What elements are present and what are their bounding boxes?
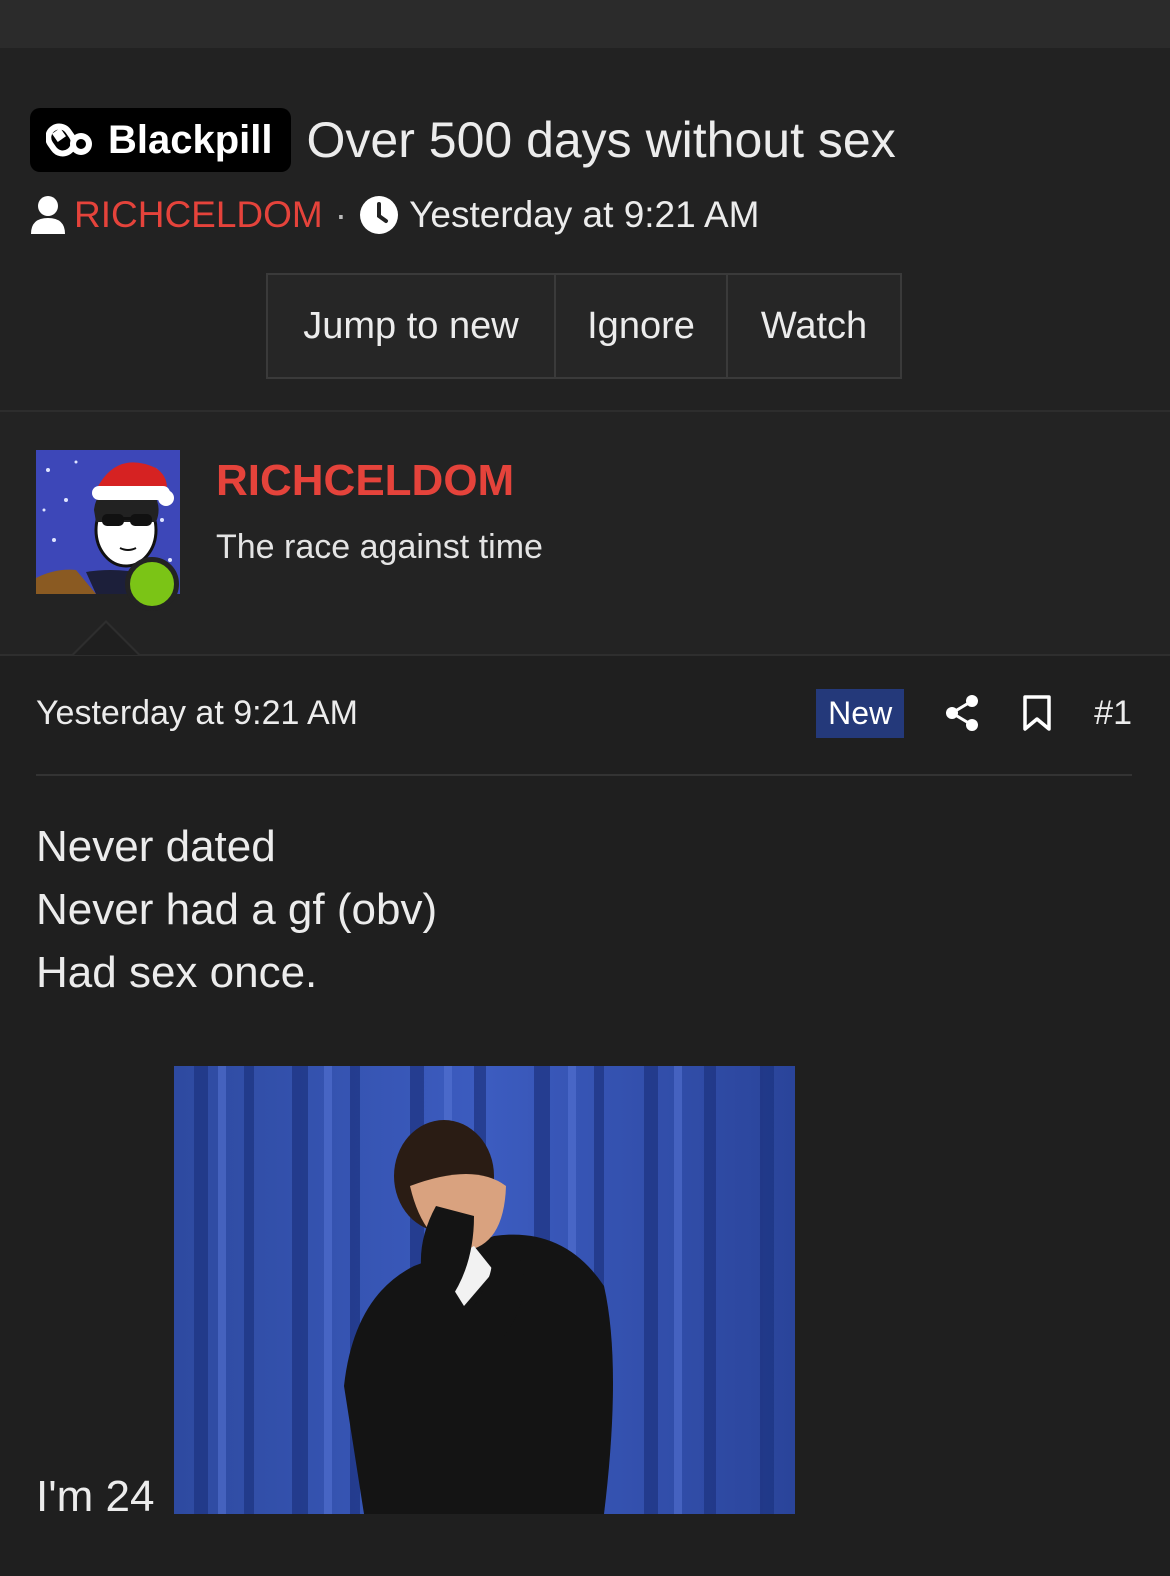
post-meta-row: Yesterday at 9:21 AM New #1 bbox=[36, 688, 1132, 738]
post-line: Never had a gf (obv) bbox=[36, 885, 438, 934]
post-username-link[interactable]: RICHCELDOM bbox=[216, 456, 514, 506]
ignore-button[interactable]: Ignore bbox=[554, 275, 726, 377]
thread-date[interactable]: Yesterday at 9:21 AM bbox=[409, 194, 759, 236]
post-body: Never dated Never had a gf (obv) Had sex… bbox=[36, 815, 437, 1004]
online-status-indicator bbox=[125, 557, 179, 611]
post-line: Had sex once. bbox=[36, 948, 318, 997]
clock-icon bbox=[360, 196, 399, 234]
post-line: Never dated bbox=[36, 822, 276, 871]
user-icon bbox=[31, 196, 65, 234]
facepalm-gif-image[interactable] bbox=[174, 1066, 795, 1514]
top-bar bbox=[0, 0, 1170, 48]
post-last-line: I'm 24 bbox=[36, 1472, 155, 1521]
meta-separator: · bbox=[334, 194, 348, 235]
post-divider bbox=[36, 774, 1132, 776]
watch-button[interactable]: Watch bbox=[726, 275, 900, 377]
thread-author-link[interactable]: RICHCELDOM bbox=[74, 194, 323, 236]
post-date-link[interactable]: Yesterday at 9:21 AM bbox=[36, 694, 358, 733]
user-block-arrow-inner bbox=[74, 623, 138, 655]
post-user-block: RICHCELDOM The race against time bbox=[0, 412, 1170, 656]
user-title: The race against time bbox=[216, 528, 543, 566]
thread-action-buttons: Jump to new Ignore Watch bbox=[266, 273, 902, 379]
post-number-link[interactable]: #1 bbox=[1094, 694, 1132, 733]
prefix-label: Blackpill bbox=[108, 117, 273, 162]
pill-icon bbox=[46, 123, 92, 157]
prefix-badge[interactable]: Blackpill bbox=[30, 108, 291, 172]
title-row: Blackpill Over 500 days without sex bbox=[30, 108, 896, 172]
share-icon[interactable] bbox=[944, 694, 980, 732]
post-actions: New #1 bbox=[816, 688, 1132, 738]
new-badge: New bbox=[816, 688, 905, 738]
bookmark-icon[interactable] bbox=[1022, 694, 1052, 732]
jump-to-new-button[interactable]: Jump to new bbox=[268, 275, 554, 377]
thread-meta: RICHCELDOM · Yesterday at 9:21 AM bbox=[30, 194, 759, 236]
thread-title: Over 500 days without sex bbox=[306, 112, 896, 168]
thread-header: Blackpill Over 500 days without sex RICH… bbox=[0, 48, 1170, 412]
